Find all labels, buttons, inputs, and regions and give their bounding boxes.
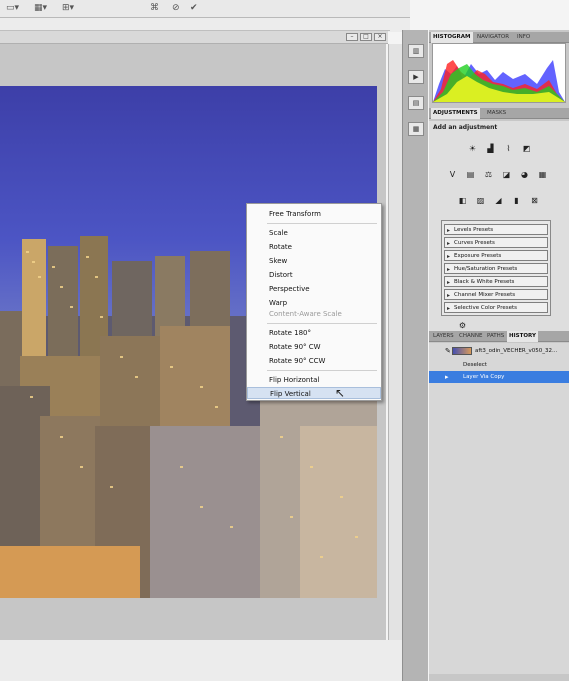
tab-adjustments[interactable]: ADJUSTMENTS bbox=[431, 108, 480, 119]
history-item-deselect[interactable]: Deselect bbox=[429, 359, 569, 371]
history-label: aft3_odin_VECHER_v050_32... bbox=[475, 348, 558, 354]
tab-navigator[interactable]: NAVIGATOR bbox=[475, 32, 511, 43]
minimize-button[interactable]: – bbox=[346, 33, 358, 41]
channel-mixer-icon[interactable]: ▦ bbox=[537, 169, 548, 180]
preset-label: Levels Presets bbox=[454, 227, 494, 233]
menu-item-scale[interactable]: Scale bbox=[247, 227, 381, 239]
photo-filter-icon[interactable]: ◕ bbox=[519, 169, 530, 180]
mouse-cursor-icon: ↖ bbox=[335, 386, 346, 400]
navigator-dock-icon[interactable]: ▶ bbox=[408, 70, 424, 84]
commit-transform-icon[interactable]: ✔ bbox=[190, 3, 198, 13]
panel-icon-dock: ▥ ▶ ▤ ▦ bbox=[402, 30, 428, 681]
menu-item-distort[interactable]: Distort bbox=[247, 269, 381, 281]
preset-label: Exposure Presets bbox=[454, 253, 502, 259]
adjustment-presets-list: ▸ Levels Presets ▸ Curves Presets ▸ Exposur… bbox=[441, 220, 551, 316]
adjustments-body: Add an adjustment ☀ ▟ ⌇ ◩ V ▤ ⚖ ◪ ◕ ▦ ◧ … bbox=[429, 121, 569, 339]
menu-item-content-aware-scale: Content-Aware Scale bbox=[269, 310, 342, 318]
preset-channel-mixer[interactable]: ▸ Channel Mixer Presets bbox=[444, 289, 548, 300]
snapshot-thumbnail bbox=[452, 347, 472, 355]
transform-context-menu: Free Transform Scale Rotate Skew Distort… bbox=[246, 203, 382, 401]
reference-point-icon[interactable]: ▦▾ bbox=[34, 3, 47, 13]
tab-masks[interactable]: MASKS bbox=[485, 108, 508, 119]
history-label: Deselect bbox=[463, 362, 487, 368]
brightness-icon[interactable]: ☀ bbox=[467, 143, 478, 154]
panel-options-icon[interactable]: ⚙ bbox=[457, 320, 468, 331]
exposure-icon[interactable]: ◩ bbox=[521, 143, 532, 154]
menu-item-flip-vertical[interactable]: Flip Vertical bbox=[247, 387, 381, 399]
preset-exposure[interactable]: ▸ Exposure Presets bbox=[444, 250, 548, 261]
info-dock-icon[interactable]: ▤ bbox=[408, 96, 424, 110]
menu-item-perspective[interactable]: Perspective bbox=[247, 283, 381, 295]
document-tab-bar: – □ × bbox=[0, 31, 388, 44]
menu-separator bbox=[267, 223, 377, 224]
preset-levels[interactable]: ▸ Levels Presets bbox=[444, 224, 548, 235]
histogram-dock-icon[interactable]: ▥ bbox=[408, 44, 424, 58]
right-panel-column: HISTOGRAM NAVIGATOR INFO ADJUSTMENTS MAS… bbox=[429, 30, 569, 681]
adjustments-title: Add an adjustment bbox=[433, 124, 498, 131]
preset-label: Channel Mixer Presets bbox=[454, 292, 516, 298]
tab-layers[interactable]: LAYERS bbox=[431, 331, 456, 342]
preset-selective-color[interactable]: ▸ Selective Color Presets bbox=[444, 302, 548, 313]
hue-saturation-icon[interactable]: ▤ bbox=[465, 169, 476, 180]
menu-item-rotate[interactable]: Rotate bbox=[247, 241, 381, 253]
histogram-tabs: HISTOGRAM NAVIGATOR INFO bbox=[429, 32, 569, 43]
curves-icon[interactable]: ⌇ bbox=[503, 143, 514, 154]
menu-item-rotate-180[interactable]: Rotate 180° bbox=[247, 327, 381, 339]
close-button[interactable]: × bbox=[374, 33, 386, 41]
preset-label: Black & White Presets bbox=[454, 279, 515, 285]
cancel-transform-icon[interactable]: ⊘ bbox=[172, 3, 180, 13]
preset-label: Selective Color Presets bbox=[454, 305, 518, 311]
history-snapshot[interactable]: ✎ aft3_odin_VECHER_v050_32... bbox=[429, 345, 569, 357]
selective-color-icon[interactable]: ⊠ bbox=[529, 195, 540, 206]
preset-label: Hue/Saturation Presets bbox=[454, 266, 518, 272]
preset-curves[interactable]: ▸ Curves Presets bbox=[444, 237, 548, 248]
menu-separator bbox=[267, 370, 377, 371]
tab-channels[interactable]: CHANNE bbox=[457, 331, 484, 342]
black-white-icon[interactable]: ◪ bbox=[501, 169, 512, 180]
preset-label: Curves Presets bbox=[454, 240, 495, 246]
tab-paths[interactable]: PATHS bbox=[485, 331, 506, 342]
tool-preset-icon[interactable]: ▭▾ bbox=[6, 3, 19, 13]
history-list: ✎ aft3_odin_VECHER_v050_32... Deselect ▸… bbox=[429, 343, 569, 674]
color-balance-icon[interactable]: ⚖ bbox=[483, 169, 494, 180]
history-item-layer-via-copy[interactable]: ▸ Layer Via Copy bbox=[429, 371, 569, 383]
status-strip bbox=[0, 640, 410, 681]
histogram-graph bbox=[432, 43, 566, 103]
tab-info[interactable]: INFO bbox=[515, 32, 532, 43]
history-state-icon: ▸ bbox=[445, 373, 449, 381]
tab-histogram[interactable]: HISTOGRAM bbox=[431, 32, 473, 43]
tab-history[interactable]: HISTORY bbox=[507, 331, 538, 342]
vertical-scrollbar[interactable] bbox=[388, 44, 402, 640]
gradient-map-icon[interactable]: ▮ bbox=[511, 195, 522, 206]
levels-icon[interactable]: ▟ bbox=[485, 143, 496, 154]
vibrance-icon[interactable]: V bbox=[447, 169, 458, 180]
preset-black-white[interactable]: ▸ Black & White Presets bbox=[444, 276, 548, 287]
menu-item-free-transform[interactable]: Free Transform bbox=[247, 208, 381, 220]
histogram-curves bbox=[433, 60, 565, 102]
menu-separator bbox=[267, 323, 377, 324]
menu-item-rotate-90-ccw[interactable]: Rotate 90° CCW bbox=[247, 355, 381, 367]
threshold-icon[interactable]: ◢ bbox=[493, 195, 504, 206]
preset-hue-saturation[interactable]: ▸ Hue/Saturation Presets bbox=[444, 263, 548, 274]
menu-item-flip-horizontal[interactable]: Flip Horizontal bbox=[247, 374, 381, 386]
adjustments-tabs: ADJUSTMENTS MASKS bbox=[429, 108, 569, 119]
warp-toggle-icon[interactable]: ⌘ bbox=[150, 3, 159, 13]
posterize-icon[interactable]: ▨ bbox=[475, 195, 486, 206]
menu-item-rotate-90-cw[interactable]: Rotate 90° CW bbox=[247, 341, 381, 353]
interpolation-icon[interactable]: ⊞▾ bbox=[62, 3, 74, 13]
options-bar: ▭▾ ▦▾ ⊞▾ ⌘ ⊘ ✔ bbox=[0, 0, 410, 18]
menu-item-skew[interactable]: Skew bbox=[247, 255, 381, 267]
maximize-button[interactable]: □ bbox=[360, 33, 372, 41]
history-label: Layer Via Copy bbox=[463, 374, 505, 380]
history-brush-icon: ✎ bbox=[445, 347, 451, 355]
swatches-dock-icon[interactable]: ▦ bbox=[408, 122, 424, 136]
invert-icon[interactable]: ◧ bbox=[457, 195, 468, 206]
history-tabs: LAYERS CHANNE PATHS HISTORY bbox=[429, 331, 569, 342]
